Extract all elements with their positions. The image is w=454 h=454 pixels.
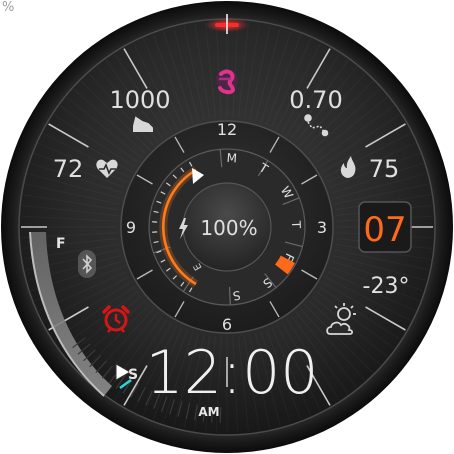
date-box[interactable]: 07 [358, 201, 412, 253]
weekday-label: T [289, 220, 303, 229]
time-display: 12:00 [146, 338, 319, 408]
temperature-value: -23° [363, 274, 410, 299]
battery-percent: 100% [200, 216, 257, 240]
hour-12-label: 12 [217, 120, 237, 139]
weekday-separator [228, 286, 231, 305]
app-logo-icon[interactable] [216, 69, 238, 95]
hour-3-label: 3 [317, 218, 327, 237]
date-value: 07 [363, 210, 406, 250]
steps-value: 1000 [109, 86, 170, 114]
bluetooth-icon[interactable] [78, 250, 96, 278]
battery-full-label: F [56, 236, 66, 252]
distance-value: 0.70 [289, 86, 342, 114]
gauge-tick [219, 406, 222, 423]
heart-rate-value: 72 [53, 155, 84, 183]
watch-face: 1000 0.70 72 75 07 -23° F S 12 3 6 9 MTW… [1, 1, 453, 453]
calories-value: 75 [369, 155, 400, 183]
weekday-label: M [226, 151, 237, 166]
hour-9-label: 9 [126, 218, 136, 237]
hour-6-label: 6 [222, 315, 232, 334]
meridiem-label: AM [198, 405, 219, 419]
